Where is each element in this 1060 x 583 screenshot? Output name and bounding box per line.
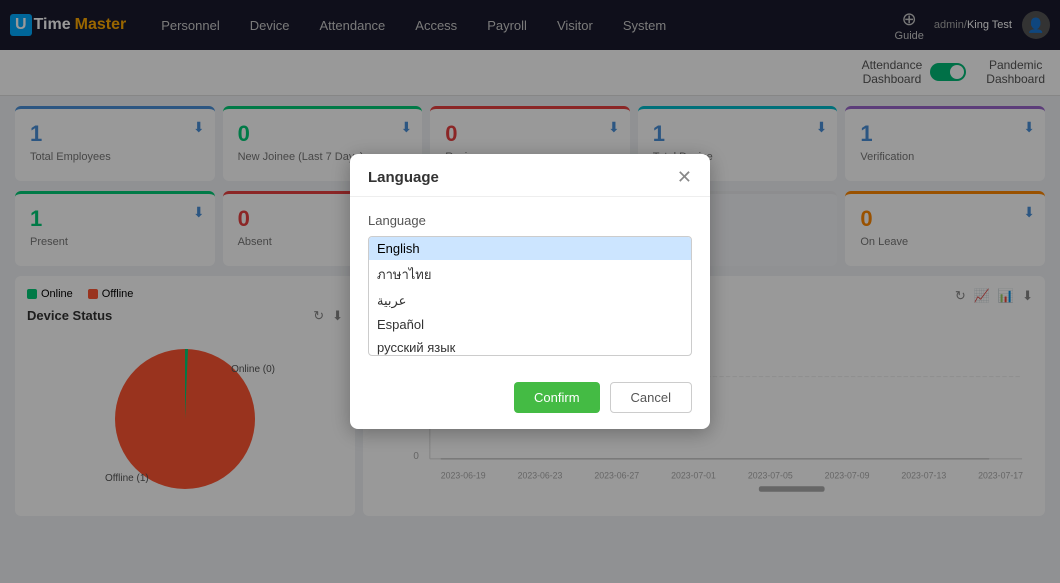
lang-option-russian[interactable]: русский язык <box>369 336 691 356</box>
modal-overlay[interactable]: Language ✕ Language English ภาษาไทย عربي… <box>0 0 1060 583</box>
lang-option-english[interactable]: English <box>369 237 691 260</box>
modal-title: Language <box>368 169 439 186</box>
cancel-button[interactable]: Cancel <box>610 382 692 413</box>
modal-close-button[interactable]: ✕ <box>677 168 692 186</box>
modal-header: Language ✕ <box>350 154 710 197</box>
lang-option-arabic[interactable]: عربية <box>369 289 691 313</box>
modal-body: Language English ภาษาไทย عربية Español р… <box>350 197 710 372</box>
lang-option-spanish[interactable]: Español <box>369 313 691 336</box>
modal-footer: Confirm Cancel <box>350 372 710 429</box>
language-listbox[interactable]: English ภาษาไทย عربية Español русский яз… <box>368 236 692 356</box>
confirm-button[interactable]: Confirm <box>514 382 600 413</box>
language-modal: Language ✕ Language English ภาษาไทย عربي… <box>350 154 710 429</box>
language-field-label: Language <box>368 213 692 228</box>
lang-option-thai[interactable]: ภาษาไทย <box>369 260 691 289</box>
